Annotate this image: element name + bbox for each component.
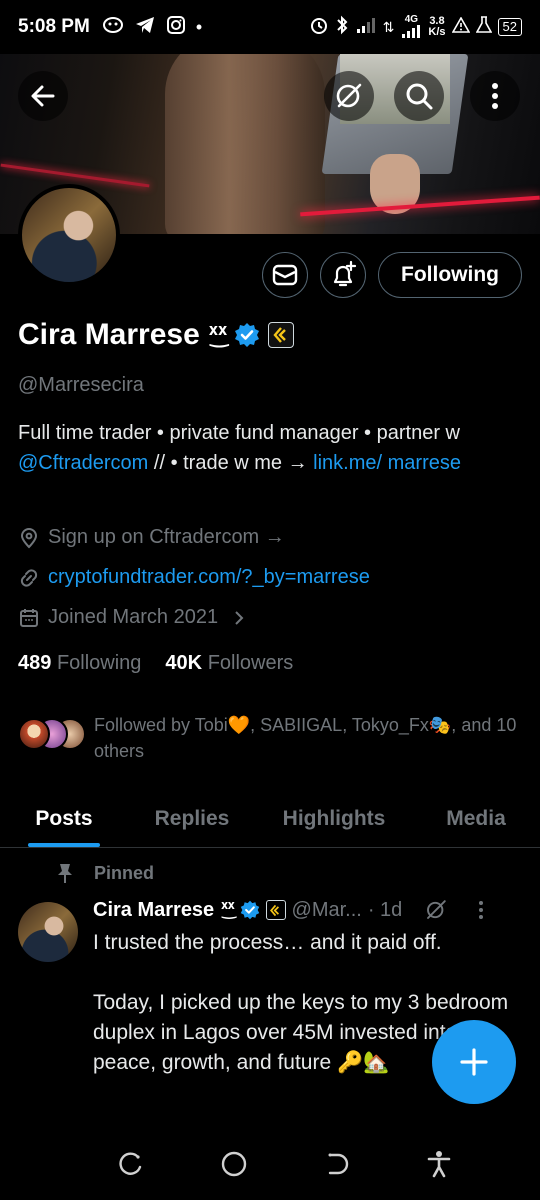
- profile-joined[interactable]: Joined March 2021: [18, 606, 246, 629]
- network-type: 4G: [404, 14, 419, 25]
- plus-icon: [460, 1048, 488, 1076]
- follower-avatar: [18, 718, 50, 750]
- search-button[interactable]: [394, 71, 444, 121]
- grok-icon[interactable]: [424, 898, 448, 922]
- home-icon[interactable]: [220, 1150, 248, 1178]
- post-author-emoji: ᕽ͜ᕽ: [220, 900, 235, 919]
- message-button[interactable]: [262, 252, 309, 298]
- active-tab-indicator: [28, 843, 100, 847]
- banner-figure: [165, 54, 325, 234]
- followers-count-link[interactable]: 40K Followers: [165, 652, 293, 675]
- grok-button[interactable]: [324, 71, 374, 121]
- notifications-button[interactable]: [320, 252, 367, 298]
- website-link[interactable]: cryptofundtrader.com/?_by=marrese: [48, 566, 370, 589]
- tab-replies[interactable]: Replies: [128, 790, 256, 847]
- network-speed: 3.8 K/s: [428, 16, 445, 38]
- affiliate-badge-icon[interactable]: [268, 322, 295, 348]
- following-button[interactable]: Following: [378, 252, 522, 298]
- instagram-icon: [166, 15, 186, 40]
- dot-icon: •: [195, 16, 203, 37]
- back-nav-icon[interactable]: [324, 1151, 350, 1177]
- status-time: 5:08 PM: [18, 16, 90, 37]
- bluetooth-icon: [335, 15, 349, 40]
- chevron-right-icon: [235, 610, 244, 625]
- bio-text-1: Full time trader • private fund manager …: [18, 422, 460, 444]
- tab-label: Highlights: [282, 806, 386, 830]
- more-vertical-icon[interactable]: [478, 900, 484, 920]
- arrow-left-icon: [31, 85, 55, 107]
- verified-badge-icon: [240, 900, 259, 920]
- tab-media[interactable]: Media: [412, 790, 540, 847]
- post-time: · 1d: [367, 898, 403, 921]
- followed-by[interactable]: Followed by Tobi🧡, SABIIGAL, Tokyo_Fx🎭, …: [18, 712, 534, 764]
- post-author-handle: @Mar...: [291, 898, 362, 921]
- alarm-icon: [309, 15, 329, 40]
- display-name: Cira Marrese: [18, 318, 200, 351]
- affiliate-badge-icon: [265, 900, 286, 920]
- envelope-icon: [272, 264, 298, 286]
- profile-name-row: Cira Marrese ᕽ͜ᕽ: [18, 318, 295, 352]
- accessibility-icon[interactable]: [426, 1150, 452, 1178]
- profile-location: Sign up on Cftradercom →: [18, 526, 285, 549]
- followed-by-text: Followed by Tobi🧡, SABIIGAL, Tokyo_Fx🎭, …: [94, 715, 517, 761]
- tab-label: Posts: [35, 806, 93, 830]
- pinned-label: Pinned: [94, 862, 155, 883]
- sticker-notification-icon: [102, 16, 124, 39]
- grok-icon: [336, 83, 362, 108]
- more-button[interactable]: [470, 71, 520, 121]
- location-pin-icon: [20, 527, 38, 548]
- followers-label: Followers: [207, 652, 294, 674]
- profile-handle: @Marresecira: [18, 374, 144, 396]
- tab-posts[interactable]: Posts: [0, 790, 128, 847]
- signal-icon-2: [402, 25, 421, 38]
- more-vertical-icon: [492, 83, 498, 109]
- profile-website[interactable]: cryptofundtrader.com/?_by=marrese: [18, 566, 370, 589]
- followers-count: 40K: [165, 652, 203, 674]
- bio-text-2: // • trade w me →: [148, 452, 314, 474]
- calendar-icon: [20, 608, 38, 627]
- back-button[interactable]: [18, 71, 68, 121]
- speed-unit: K/s: [428, 26, 446, 38]
- signal-icon: [355, 16, 377, 39]
- data-arrows-icon: ⇅: [382, 18, 395, 35]
- following-label: Following: [56, 652, 142, 674]
- banner-led-strip: [300, 195, 540, 217]
- profile-bio: Full time trader • private fund manager …: [18, 418, 523, 478]
- bio-link[interactable]: link.me/ marrese: [313, 452, 461, 474]
- compose-button[interactable]: [432, 1020, 516, 1104]
- tab-highlights[interactable]: Highlights: [256, 790, 412, 847]
- notification-icons: •: [102, 15, 202, 40]
- name-emoji: ᕽ͜ᕽ: [207, 322, 228, 347]
- bell-plus-icon: [333, 260, 357, 287]
- recents-icon[interactable]: [118, 1151, 144, 1177]
- joined-text: Joined March 2021: [48, 606, 219, 628]
- following-count: 489: [18, 652, 52, 674]
- system-nav-bar: [0, 1128, 540, 1200]
- pin-icon: [58, 864, 72, 883]
- following-count-link[interactable]: 489 Following: [18, 652, 141, 675]
- battery-indicator: 52: [497, 18, 522, 36]
- profile-avatar[interactable]: [18, 184, 120, 286]
- tab-label: Replies: [154, 806, 230, 830]
- telegram-icon: [134, 15, 156, 40]
- link-icon: [20, 568, 38, 587]
- search-icon: [406, 83, 433, 110]
- post-header: Cira Marrese ᕽ͜ᕽ @Mar... · 1d: [93, 898, 523, 922]
- tab-label: Media: [446, 806, 506, 830]
- post-author-name[interactable]: Cira Marrese: [93, 899, 214, 922]
- pinned-indicator: Pinned: [56, 862, 154, 884]
- status-bar: 5:08 PM • ⇅ 4G 3.8 K/s 52: [0, 0, 540, 54]
- warning-icon: [451, 15, 470, 38]
- profile-tabs: Posts Replies Highlights Media: [0, 790, 540, 848]
- flask-icon: [475, 15, 492, 39]
- follow-counts: 489 Following 40K Followers: [18, 652, 293, 675]
- follower-avatars: [18, 712, 86, 752]
- profile-actions: Following: [262, 252, 522, 298]
- post-author-avatar[interactable]: [18, 902, 78, 962]
- bio-mention-link[interactable]: @Cftradercom: [18, 452, 148, 474]
- location-text: Sign up on Cftradercom →: [48, 526, 285, 548]
- verified-badge-icon[interactable]: [234, 322, 260, 348]
